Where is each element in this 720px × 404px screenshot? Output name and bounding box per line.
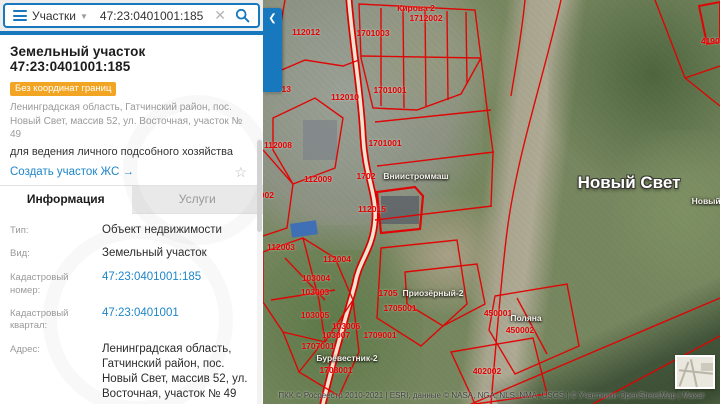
scrollbar-thumb[interactable]: [257, 140, 262, 232]
info-table: Тип: Объект недвижимости Вид: Земельный …: [10, 214, 253, 404]
tab[interactable]: Услуги: [131, 185, 263, 214]
row-label: Вид:: [10, 248, 30, 260]
parcel-boundaries-layer: [263, 0, 720, 404]
cadastral-map-app: Участки ▼ 47:23:0401001:185 ✕ Земельный …: [0, 0, 720, 404]
row-label: Адрес:: [10, 343, 40, 355]
search-icon[interactable]: [235, 8, 250, 23]
row-label: Тип:: [10, 224, 29, 236]
tab-bar: Информация Услуги: [0, 184, 263, 214]
row-label: Кадастровый квартал:: [10, 308, 69, 332]
table-row: Кадастровый квартал: 47:23:0401001: [10, 306, 253, 333]
search-bar: Участки ▼ 47:23:0401001:185 ✕: [0, 0, 263, 31]
search-box[interactable]: Участки ▼ 47:23:0401001:185 ✕: [3, 3, 260, 28]
table-row: Вид: Земельный участок: [10, 246, 253, 261]
layer-switcher[interactable]: [675, 355, 715, 389]
row-value: 47:23:0401001: [102, 307, 179, 320]
menu-icon[interactable]: [13, 8, 27, 24]
table-row: Кадастровый номер: 47:23:0401001:185: [10, 270, 253, 297]
table-row: Тип: Объект недвижимости: [10, 223, 253, 238]
sidebar-scrollbar[interactable]: [257, 138, 262, 404]
satellite-map[interactable]: 112012 Кирова 2 1712002 1701003 112013 1…: [263, 0, 720, 404]
create-parcel-row: Создать участок ЖС → ☆: [10, 164, 253, 181]
parcel-details: Земельный участок 47:23:0401001:185 Без …: [0, 35, 263, 404]
row-value: 47:23:0401001:185: [102, 271, 202, 284]
row-value: Ленинградская область, Гатчинский район,…: [102, 342, 248, 400]
status-badge: Без координат границ: [10, 82, 117, 96]
table-row: Адрес: Ленинградская область, Гатчинский…: [10, 342, 253, 402]
chevron-down-icon[interactable]: ▼: [80, 12, 88, 21]
favorite-star-icon[interactable]: ☆: [234, 164, 247, 181]
row-value: Земельный участок: [102, 247, 207, 260]
page-title: Земельный участок 47:23:0401001:185: [10, 44, 146, 74]
row-value: Объект недвижимости: [102, 223, 222, 236]
search-category-select[interactable]: Участки: [32, 9, 76, 23]
tab[interactable]: Информация: [0, 185, 132, 214]
collapse-sidebar-button[interactable]: ❮: [263, 8, 282, 92]
parcel-address-subtitle: Ленинградская область, Гатчинский район,…: [10, 102, 243, 140]
search-input[interactable]: 47:23:0401001:185: [100, 9, 209, 23]
chevron-left-icon: ❮: [268, 13, 277, 24]
row-label: Кадастровый номер:: [10, 272, 69, 296]
parcel-info-sidebar: Участки ▼ 47:23:0401001:185 ✕ Земельный …: [0, 0, 263, 404]
clear-search-icon[interactable]: ✕: [209, 7, 231, 24]
create-parcel-link[interactable]: Создать участок ЖС →: [10, 166, 234, 178]
parcel-usage-text: для ведения личного подсобного хозяйства: [10, 145, 233, 158]
